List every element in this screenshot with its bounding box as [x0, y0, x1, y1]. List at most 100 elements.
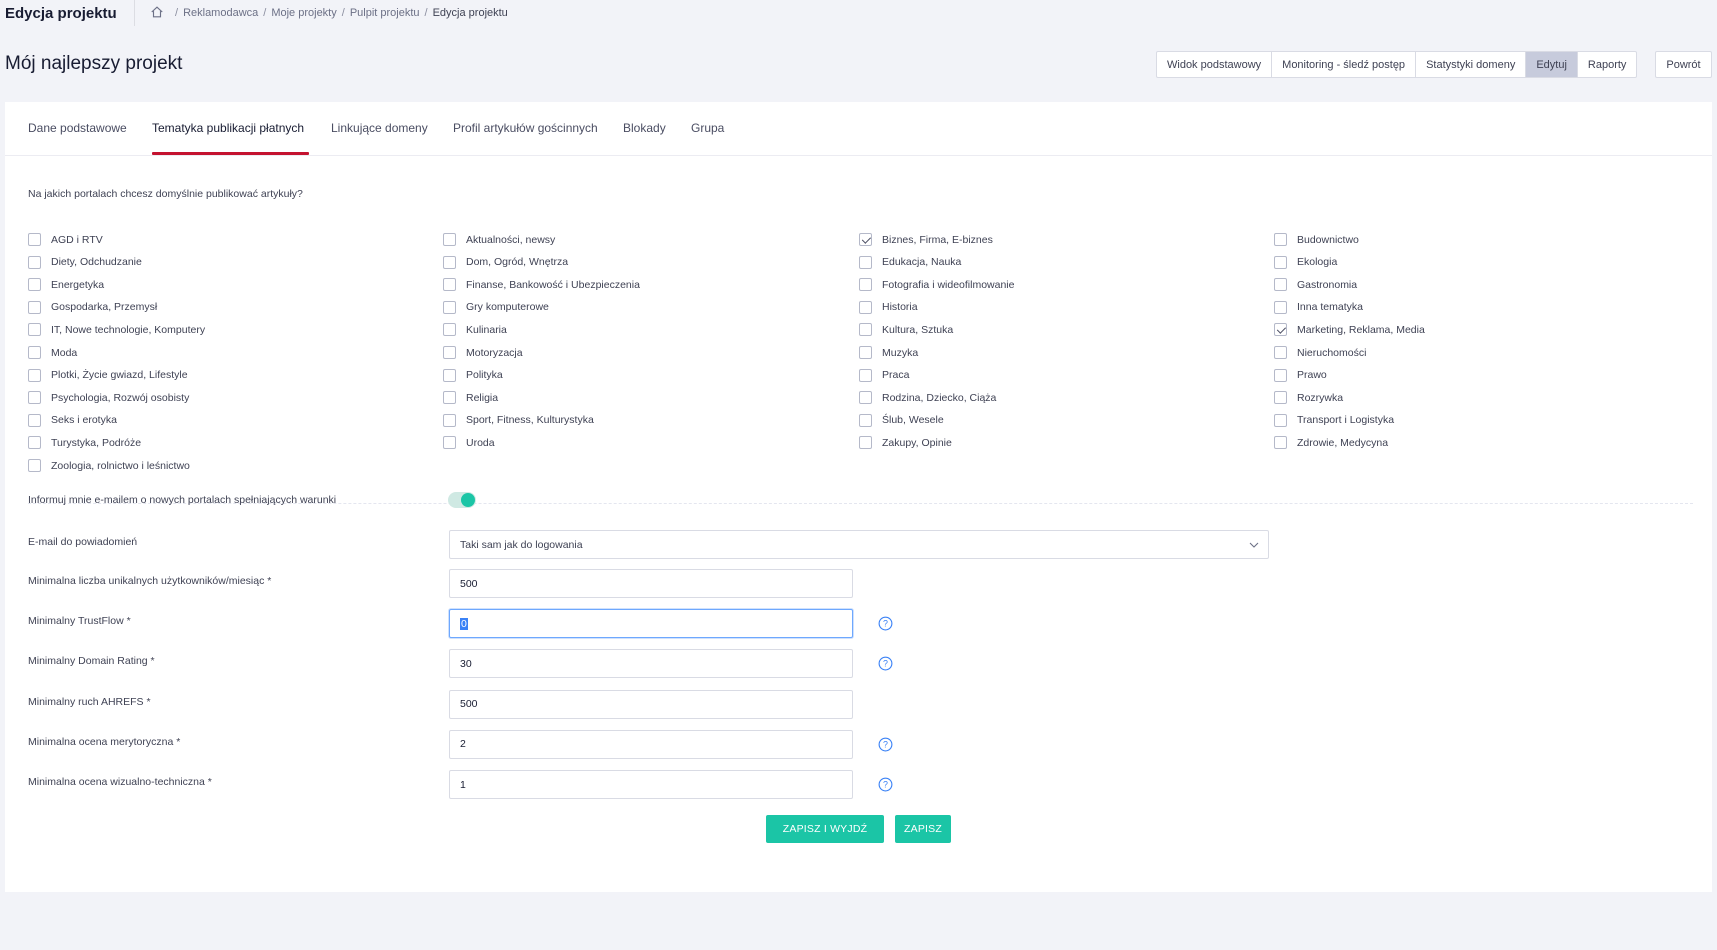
category-checkbox[interactable]	[28, 255, 41, 269]
category-checkbox[interactable]	[1274, 300, 1287, 314]
question-circle-icon[interactable]: ?	[878, 656, 893, 671]
category-checkbox[interactable]	[859, 255, 872, 269]
category-checkbox-item[interactable]: Kultura, Sztuka	[859, 323, 953, 337]
category-checkbox[interactable]	[28, 413, 41, 427]
category-checkbox[interactable]	[1274, 346, 1287, 359]
category-checkbox[interactable]	[1274, 278, 1287, 292]
category-checkbox[interactable]	[1274, 323, 1287, 337]
category-checkbox-item[interactable]: Budownictwo	[1274, 233, 1359, 246]
save-button[interactable]: ZAPISZ	[895, 815, 951, 843]
category-checkbox-item[interactable]: Kulinaria	[443, 323, 507, 337]
category-checkbox-item[interactable]: Prawo	[1274, 368, 1327, 382]
category-checkbox[interactable]	[1274, 436, 1287, 450]
field-input[interactable]: 500	[449, 689, 853, 719]
category-checkbox[interactable]	[443, 346, 456, 359]
tab-paid-topics[interactable]: Tematyka publikacji płatnych	[152, 121, 304, 135]
question-circle-icon[interactable]: ?	[878, 616, 893, 631]
category-checkbox-item[interactable]: Religia	[443, 391, 498, 405]
field-input[interactable]: 500	[449, 569, 853, 598]
category-checkbox[interactable]	[859, 278, 872, 292]
category-checkbox-item[interactable]: Nieruchomości	[1274, 346, 1366, 359]
view-tab-reports[interactable]: Raporty	[1578, 52, 1637, 77]
breadcrumb-item[interactable]: Reklamodawca	[183, 7, 258, 19]
category-checkbox-item[interactable]: Praca	[859, 368, 909, 382]
category-checkbox-item[interactable]: Seks i erotyka	[28, 413, 117, 427]
email-select[interactable]: Taki sam jak do logowania	[449, 530, 1269, 559]
notify-toggle[interactable]	[448, 492, 476, 508]
back-button[interactable]: Powrót	[1655, 51, 1712, 78]
category-checkbox[interactable]	[443, 278, 456, 292]
tab-guest-articles[interactable]: Profil artykułów gościnnych	[453, 121, 598, 135]
view-tab-basic[interactable]: Widok podstawowy	[1157, 52, 1273, 77]
question-circle-icon[interactable]: ?	[878, 737, 893, 752]
category-checkbox-item[interactable]: Rozrywka	[1274, 391, 1343, 405]
category-checkbox[interactable]	[443, 300, 456, 314]
category-checkbox[interactable]	[859, 346, 872, 359]
tab-group[interactable]: Grupa	[691, 121, 724, 135]
question-circle-icon[interactable]: ?	[878, 777, 893, 792]
category-checkbox-item[interactable]: Historia	[859, 300, 918, 314]
field-input[interactable]: 30	[449, 649, 853, 679]
field-input[interactable]: 2	[449, 729, 853, 759]
category-checkbox-item[interactable]: Biznes, Firma, E-biznes	[859, 233, 993, 246]
category-checkbox-item[interactable]: Gastronomia	[1274, 278, 1357, 292]
category-checkbox-item[interactable]: Psychologia, Rozwój osobisty	[28, 391, 189, 405]
tab-basic-data[interactable]: Dane podstawowe	[28, 121, 127, 135]
category-checkbox-item[interactable]: Turystyka, Podróże	[28, 436, 141, 450]
category-checkbox-item[interactable]: AGD i RTV	[28, 233, 103, 246]
category-checkbox-item[interactable]: Uroda	[443, 436, 495, 450]
category-checkbox[interactable]	[443, 436, 456, 450]
category-checkbox[interactable]	[443, 323, 456, 337]
breadcrumb-item[interactable]: Moje projekty	[271, 7, 336, 19]
field-input[interactable]: 0	[449, 609, 853, 639]
category-checkbox-item[interactable]: Diety, Odchudzanie	[28, 255, 142, 269]
category-checkbox[interactable]	[28, 278, 41, 292]
category-checkbox[interactable]	[28, 233, 41, 246]
category-checkbox-item[interactable]: Ekologia	[1274, 255, 1337, 269]
category-checkbox-item[interactable]: Rodzina, Dziecko, Ciąża	[859, 391, 996, 405]
category-checkbox[interactable]	[1274, 391, 1287, 405]
view-tab-domain-stats[interactable]: Statystyki domeny	[1416, 52, 1527, 77]
category-checkbox-item[interactable]: Plotki, Życie gwiazd, Lifestyle	[28, 368, 188, 382]
category-checkbox-item[interactable]: Motoryzacja	[443, 346, 523, 359]
category-checkbox-item[interactable]: Zdrowie, Medycyna	[1274, 436, 1388, 450]
category-checkbox-item[interactable]: Zakupy, Opinie	[859, 436, 952, 450]
category-checkbox-item[interactable]: Edukacja, Nauka	[859, 255, 961, 269]
category-checkbox-item[interactable]: Ślub, Wesele	[859, 413, 944, 427]
category-checkbox-item[interactable]: Aktualności, newsy	[443, 233, 555, 246]
category-checkbox-item[interactable]: Muzyka	[859, 346, 918, 359]
category-checkbox[interactable]	[443, 413, 456, 427]
category-checkbox[interactable]	[859, 233, 872, 246]
category-checkbox-item[interactable]: Sport, Fitness, Kulturystyka	[443, 413, 594, 427]
category-checkbox-item[interactable]: Gry komputerowe	[443, 300, 549, 314]
category-checkbox-item[interactable]: Fotografia i wideofilmowanie	[859, 278, 1014, 292]
category-checkbox[interactable]	[28, 459, 41, 472]
category-checkbox-item[interactable]: Inna tematyka	[1274, 300, 1363, 314]
category-checkbox[interactable]	[859, 391, 872, 405]
category-checkbox[interactable]	[28, 346, 41, 359]
category-checkbox[interactable]	[443, 391, 456, 405]
category-checkbox[interactable]	[859, 436, 872, 450]
category-checkbox-item[interactable]: Moda	[28, 346, 77, 359]
save-and-exit-button[interactable]: ZAPISZ I WYJDŹ	[766, 815, 884, 843]
category-checkbox-item[interactable]: IT, Nowe technologie, Komputery	[28, 323, 205, 337]
view-tab-edit[interactable]: Edytuj	[1526, 52, 1578, 77]
category-checkbox[interactable]	[28, 323, 41, 337]
category-checkbox[interactable]	[1274, 413, 1287, 427]
category-checkbox-item[interactable]: Dom, Ogród, Wnętrza	[443, 255, 568, 269]
home-icon[interactable]	[150, 5, 170, 22]
view-tab-monitoring[interactable]: Monitoring - śledź postęp	[1272, 52, 1417, 77]
category-checkbox[interactable]	[1274, 368, 1287, 382]
field-input[interactable]: 1	[449, 770, 853, 799]
category-checkbox[interactable]	[28, 391, 41, 405]
category-checkbox-item[interactable]: Energetyka	[28, 278, 104, 292]
tab-linking-domains[interactable]: Linkujące domeny	[331, 121, 428, 135]
category-checkbox[interactable]	[859, 300, 872, 314]
category-checkbox-item[interactable]: Finanse, Bankowość i Ubezpieczenia	[443, 278, 640, 292]
category-checkbox[interactable]	[28, 300, 41, 314]
breadcrumb-item[interactable]: Pulpit projektu	[350, 7, 420, 19]
category-checkbox[interactable]	[1274, 255, 1287, 269]
category-checkbox-item[interactable]: Gospodarka, Przemysł	[28, 300, 157, 314]
category-checkbox-item[interactable]: Polityka	[443, 368, 503, 382]
category-checkbox-item[interactable]: Zoologia, rolnictwo i leśnictwo	[28, 459, 190, 472]
